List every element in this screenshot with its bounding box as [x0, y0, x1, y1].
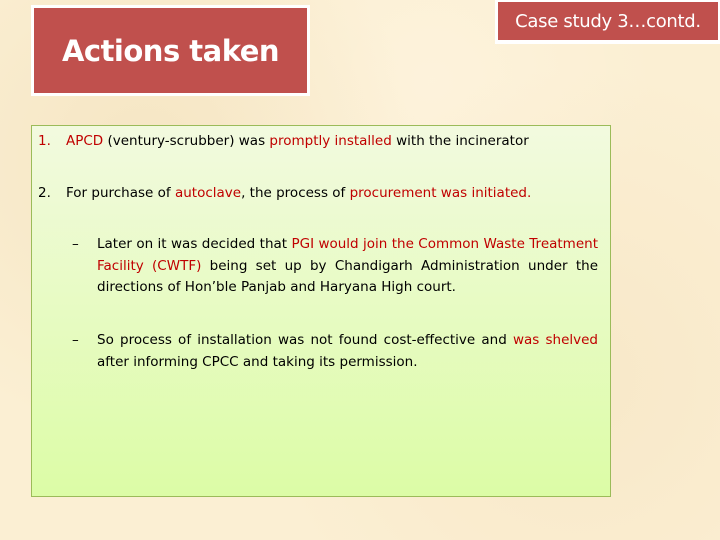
slide-title: Actions taken	[34, 8, 307, 93]
text-segment: was shelved	[512, 332, 599, 348]
text-segment: So process of installation was not found…	[97, 332, 513, 348]
text-segment: autoclave	[174, 185, 242, 201]
sub-item-text: So process of installation was not found…	[97, 330, 598, 373]
sub-item-1: – Later on it was decided that PGI would…	[72, 234, 598, 299]
slide-subtitle: Case study 3…contd.	[498, 2, 718, 40]
text-segment: promptly installed	[269, 133, 392, 149]
dash-bullet-icon: –	[72, 332, 79, 348]
text-segment: Later on it was decided that	[97, 236, 292, 252]
list-item-1: 1. APCD (ventury-scrubber) was promptly i…	[38, 131, 600, 152]
dash-bullet-icon: –	[72, 236, 79, 252]
text-segment: with the incinerator	[391, 133, 529, 149]
text-segment: For purchase of	[66, 185, 175, 201]
content-box: 1. APCD (ventury-scrubber) was promptly i…	[31, 125, 611, 497]
text-segment: procurement was initiated.	[349, 185, 532, 201]
text-segment: APCD	[66, 133, 104, 149]
item-number: 2.	[38, 185, 51, 201]
item-number: 1.	[38, 133, 51, 149]
text-segment: after informing CPCC and taking its perm…	[97, 353, 418, 370]
sub-item-2: – So process of installation was not fou…	[72, 330, 598, 373]
list-item-2: 2. For purchase of autoclave, the process…	[38, 183, 600, 204]
slide-subtitle-box: Case study 3…contd.	[495, 0, 720, 44]
slide-title-box: Actions taken	[31, 5, 310, 96]
sub-item-text: Later on it was decided that PGI would j…	[97, 234, 598, 299]
text-segment: , the process of	[241, 185, 350, 201]
text-segment: (ventury-scrubber) was	[103, 133, 270, 149]
